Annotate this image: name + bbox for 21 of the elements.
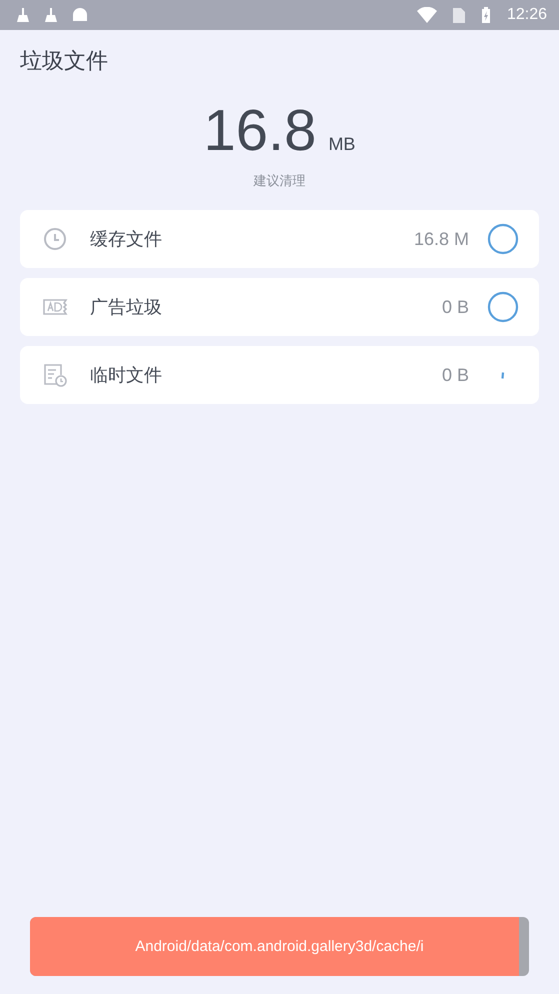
wifi-icon [416, 7, 437, 23]
category-label: 临时文件 [90, 364, 162, 387]
broom-icon [16, 7, 30, 23]
clock-time: 12:26 [506, 6, 547, 24]
category-size: 0 B [442, 296, 469, 318]
category-size: 0 B [442, 364, 469, 386]
document-clock-icon [42, 362, 68, 388]
page-title: 垃圾文件 [20, 48, 108, 76]
category-label: 广告垃圾 [90, 296, 162, 319]
size-unit: MB [328, 134, 356, 155]
category-label: 缓存文件 [90, 228, 162, 251]
junk-category-card[interactable]: 缓存文件 16.8 M [20, 210, 539, 268]
category-size: 16.8 M [414, 228, 469, 250]
junk-category-card[interactable]: 广告垃圾 0 B [20, 278, 539, 336]
junk-category-card[interactable]: 临时文件 0 B [20, 346, 539, 404]
suggestion-text: 建议清理 [254, 173, 306, 190]
scan-path-text: Android/data/com.android.gallery3d/cache/i [134, 937, 425, 957]
junk-size: 16.8 [204, 102, 316, 160]
no-sim-icon [450, 7, 465, 23]
clock-icon [42, 226, 68, 252]
broom-icon [44, 7, 58, 23]
